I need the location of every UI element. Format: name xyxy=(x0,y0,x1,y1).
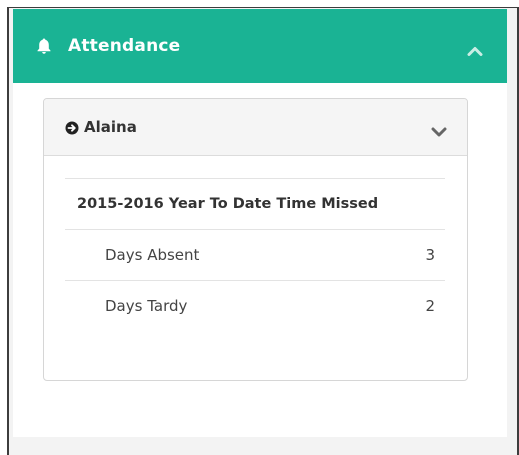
student-name: Alaina xyxy=(84,118,137,136)
attendance-table: 2015-2016 Year To Date Time Missed Days … xyxy=(65,178,445,331)
window-frame: Attendance Alaina 2015-2016 Year To Date… xyxy=(0,0,519,455)
chevron-down-icon[interactable] xyxy=(431,122,447,137)
arrow-circle-right-icon xyxy=(65,120,79,135)
attendance-panel-body: Alaina 2015-2016 Year To Date Time Misse… xyxy=(13,83,507,437)
table-row: Days Tardy 2 xyxy=(65,280,445,331)
attendance-panel-header[interactable]: Attendance xyxy=(13,9,507,83)
bell-icon xyxy=(37,38,51,54)
chevron-up-icon[interactable] xyxy=(467,41,483,56)
table-row: Days Absent 3 xyxy=(65,229,445,280)
row-value-days-tardy: 2 xyxy=(425,297,435,315)
student-card: Alaina 2015-2016 Year To Date Time Misse… xyxy=(43,98,468,381)
row-label-days-absent: Days Absent xyxy=(105,246,200,264)
panel-title: Attendance xyxy=(68,36,181,56)
row-label-days-tardy: Days Tardy xyxy=(105,297,188,315)
attendance-heading: 2015-2016 Year To Date Time Missed xyxy=(65,178,445,229)
student-card-header[interactable]: Alaina xyxy=(44,99,467,156)
row-value-days-absent: 3 xyxy=(425,246,435,264)
